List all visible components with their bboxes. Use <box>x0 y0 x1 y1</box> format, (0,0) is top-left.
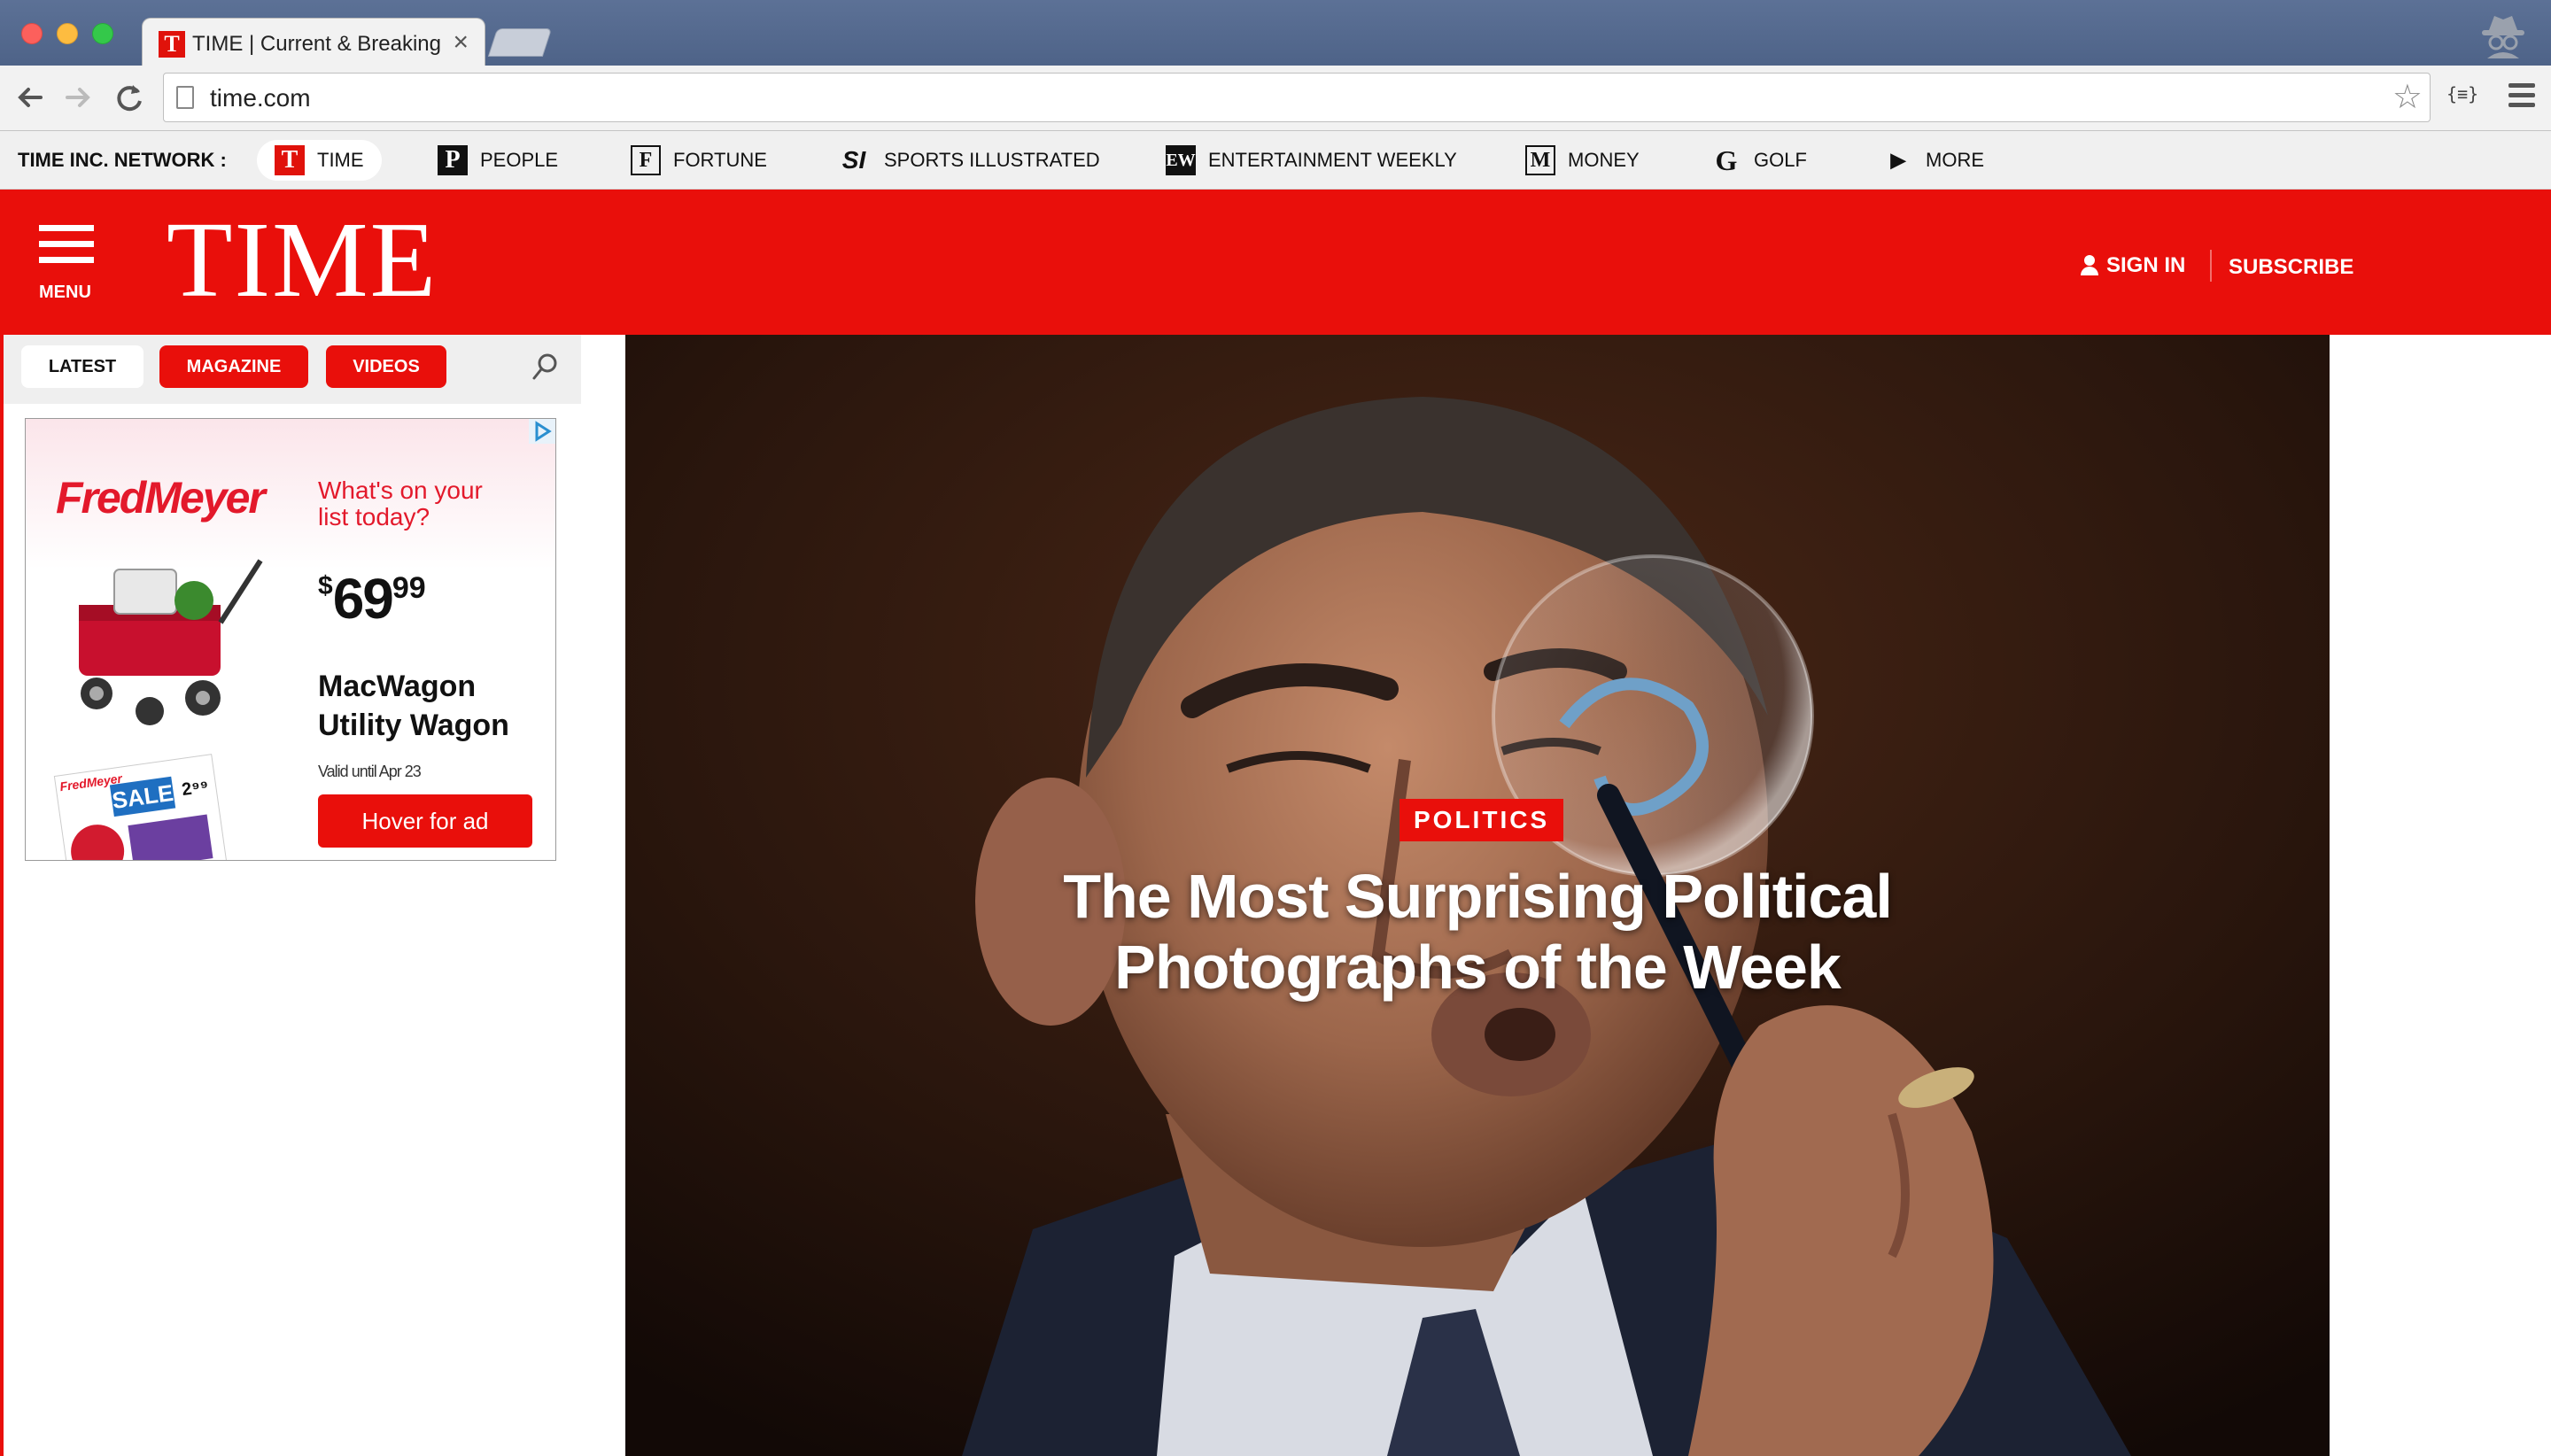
money-logo-icon: M <box>1525 145 1555 175</box>
ad-product-name: MacWagon Utility Wagon <box>318 670 509 742</box>
flyer-price: 2⁹⁹ <box>180 777 210 801</box>
si-logo-icon: SI <box>841 146 866 174</box>
address-bar[interactable]: time.com ☆ <box>163 73 2431 122</box>
advertisement[interactable]: FredMeyer What's on your list today? $69… <box>25 418 556 861</box>
subscribe-link[interactable]: SUBSCRIBE <box>2229 255 2353 280</box>
network-item-more[interactable]: ▶ MORE <box>1883 140 1984 181</box>
golf-logo-icon: G <box>1715 143 1738 176</box>
flyer-strawberries <box>67 821 128 860</box>
tab-latest[interactable]: LATEST <box>21 345 143 388</box>
network-item-label: SPORTS ILLUSTRATED <box>884 149 1100 171</box>
ad-price: $6999 <box>318 566 426 631</box>
time-logo[interactable]: TIME <box>167 205 438 315</box>
star-icon[interactable]: ☆ <box>2392 79 2423 116</box>
new-tab-button[interactable] <box>487 28 553 57</box>
tab-videos[interactable]: VIDEOS <box>326 345 446 388</box>
page-icon <box>176 86 194 109</box>
menu-button-label[interactable]: MENU <box>39 282 91 303</box>
ad-valid-date: Valid until Apr 23 <box>318 763 422 780</box>
network-bar: TIME INC. NETWORK : T TIME P PEOPLE F FO… <box>0 131 2551 190</box>
category-badge[interactable]: POLITICS <box>1400 799 1564 841</box>
ad-flyer-image: FredMeyer SALE 2⁹⁹ <box>53 754 229 860</box>
header-divider <box>2210 250 2212 282</box>
play-triangle-icon: ▶ <box>1890 149 1906 171</box>
adchoices-icon[interactable] <box>529 419 555 444</box>
close-window-button[interactable] <box>21 23 43 44</box>
extension-icon[interactable]: {≡} <box>2446 83 2478 105</box>
network-item-money[interactable]: M MONEY <box>1525 140 1640 181</box>
hamburger-icon[interactable] <box>39 225 94 273</box>
network-item-entertainment-weekly[interactable]: EW ENTERTAINMENT WEEKLY <box>1166 140 1457 181</box>
time-logo-icon: T <box>275 145 305 175</box>
hero-story[interactable]: POLITICS The Most Surprising Political P… <box>625 335 2330 1456</box>
network-item-label: ENTERTAINMENT WEEKLY <box>1208 149 1457 171</box>
sign-in-label: SIGN IN <box>2106 253 2186 277</box>
sign-in-link[interactable]: SIGN IN <box>2080 253 2185 278</box>
ad-price-currency: $ <box>318 571 333 600</box>
tab-title: TIME | Current & Breaking News <box>192 32 440 56</box>
hero-headline[interactable]: The Most Surprising Political Photograph… <box>990 861 1965 1003</box>
ad-price-cents: 99 <box>392 571 426 605</box>
network-item-label: GOLF <box>1754 149 1807 171</box>
tab-close-icon[interactable]: × <box>453 27 469 58</box>
network-item-label: MORE <box>1926 149 1984 171</box>
network-label: TIME INC. NETWORK : <box>18 149 227 171</box>
ad-brand-logo: FredMeyer <box>56 473 266 523</box>
flyer-produce <box>128 814 213 860</box>
browser-window: T TIME | Current & Breaking News × time.… <box>0 0 2551 1456</box>
wagon-image <box>79 559 263 725</box>
browser-toolbar: time.com ☆ {≡} <box>0 66 2551 131</box>
forward-arrow-icon[interactable] <box>60 80 96 115</box>
browser-tab-active[interactable]: T TIME | Current & Breaking News × <box>142 18 485 67</box>
minimize-window-button[interactable] <box>57 23 78 44</box>
maximize-window-button[interactable] <box>92 23 113 44</box>
ad-question: What's on your list today? <box>318 476 483 531</box>
network-item-label: MONEY <box>1568 149 1640 171</box>
ew-logo-icon: EW <box>1166 145 1196 175</box>
network-item-time[interactable]: T TIME <box>257 140 382 181</box>
network-item-fortune[interactable]: F FORTUNE <box>631 140 767 181</box>
title-bar: T TIME | Current & Breaking News × <box>0 0 2551 67</box>
time-favicon-icon: T <box>159 31 185 58</box>
rail-tab-bar: LATEST MAGAZINE VIDEOS <box>4 335 581 404</box>
network-item-golf[interactable]: G GOLF <box>1711 140 1807 181</box>
network-item-label: PEOPLE <box>480 149 559 171</box>
back-arrow-icon[interactable] <box>12 80 48 115</box>
network-item-label: FORTUNE <box>673 149 767 171</box>
search-icon[interactable] <box>531 352 558 383</box>
site-header: MENU TIME SIGN IN SUBSCRIBE <box>0 190 2551 335</box>
incognito-icon <box>2482 16 2524 58</box>
rail-accent-line <box>0 335 4 1456</box>
network-item-sports-illustrated[interactable]: SI SPORTS ILLUSTRATED <box>836 140 1100 181</box>
network-item-people[interactable]: P PEOPLE <box>438 140 558 181</box>
url-text[interactable]: time.com <box>210 84 311 112</box>
ad-price-dollars: 69 <box>332 567 394 631</box>
person-icon <box>2080 255 2099 276</box>
chrome-menu-icon[interactable] <box>2508 83 2535 112</box>
ad-hover-button[interactable]: Hover for ad <box>318 794 532 848</box>
fortune-logo-icon: F <box>631 145 661 175</box>
network-item-label: TIME <box>317 149 364 171</box>
reload-icon[interactable] <box>112 80 147 115</box>
people-logo-icon: P <box>438 145 468 175</box>
tab-magazine[interactable]: MAGAZINE <box>159 345 308 388</box>
